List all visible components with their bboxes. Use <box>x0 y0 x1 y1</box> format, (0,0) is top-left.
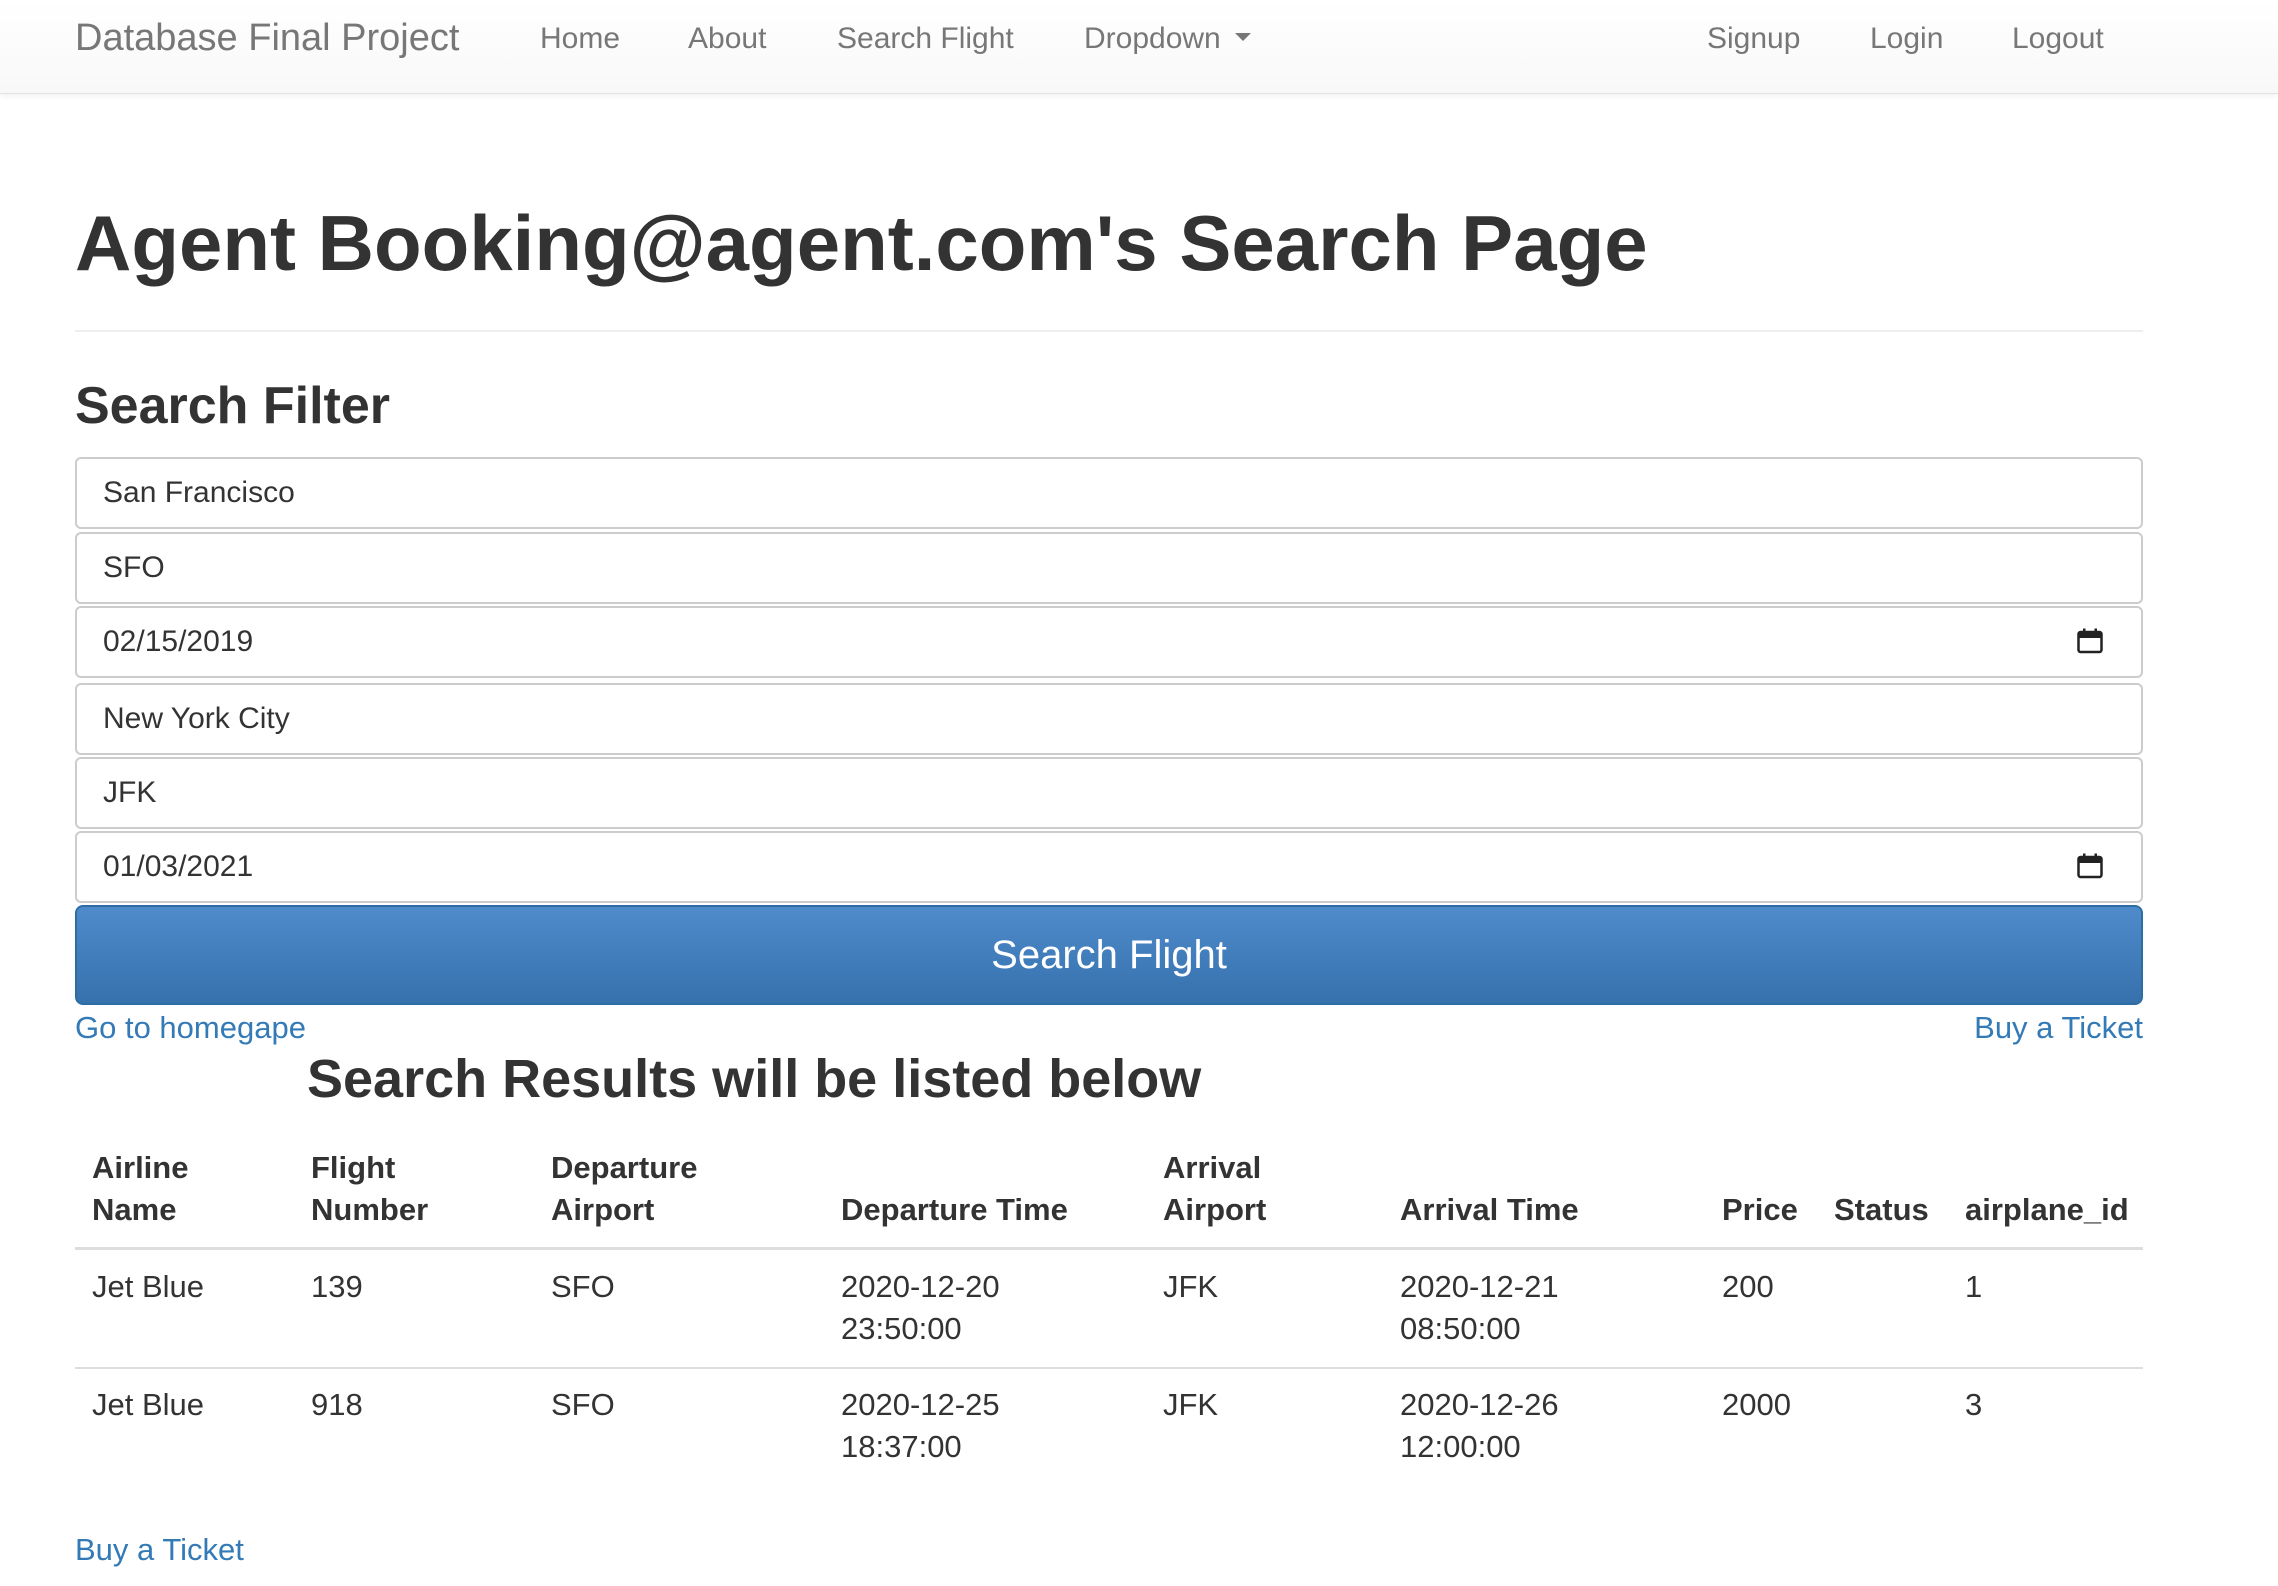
header-flight-number-line2: Number <box>311 1192 429 1227</box>
header-departure-airport-line2: Airport <box>551 1192 655 1227</box>
nav-signup[interactable]: Signup <box>1707 22 1800 56</box>
header-airplane-id: airplane_id <box>1965 1192 2129 1227</box>
search-filter-title: Search Filter <box>75 377 391 435</box>
header-departure-airport: Departure Airport <box>551 1147 697 1231</box>
header-price: Price <box>1722 1192 1798 1227</box>
header-airline-name: Airline Name <box>92 1147 188 1231</box>
source-city-value: San Francisco <box>103 476 295 509</box>
destination-airport-input[interactable]: JFK <box>75 757 2143 829</box>
cell-airline-name: Jet Blue <box>92 1269 205 1304</box>
source-airport-value: SFO <box>103 551 165 584</box>
cell-departure-time: 2020-12-20 23:50:00 <box>841 1266 1000 1350</box>
go-to-homepage-link[interactable]: Go to homegape <box>75 1010 306 1046</box>
cell-flight-number: 139 <box>311 1269 363 1304</box>
destination-city-value: New York City <box>103 702 290 735</box>
source-city-input[interactable]: San Francisco <box>75 457 2143 529</box>
cell-departure-date: 2020-12-25 <box>841 1387 1000 1422</box>
cell-price: 200 <box>1722 1269 1774 1304</box>
cell-airplane-id: 3 <box>1965 1387 1983 1422</box>
cell-arrival-airport: JFK <box>1163 1387 1219 1422</box>
return-date-value: 01/03/2021 <box>103 850 254 883</box>
nav-search-flight[interactable]: Search Flight <box>837 22 1014 56</box>
cell-arrival-time: 2020-12-21 08:50:00 <box>1400 1266 1559 1350</box>
cell-departure-clock: 23:50:00 <box>841 1311 962 1346</box>
search-results-title: Search Results will be listed below <box>307 1049 1202 1109</box>
buy-ticket-link-top[interactable]: Buy a Ticket <box>1974 1010 2143 1046</box>
nav-dropdown-label: Dropdown <box>1084 22 1221 55</box>
navbar: Database Final Project Home About Search… <box>0 0 2278 94</box>
header-airline-name-line2: Name <box>92 1192 177 1227</box>
cell-arrival-date: 2020-12-21 <box>1400 1269 1559 1304</box>
header-status: Status <box>1834 1192 1929 1227</box>
header-arrival-airport-line2: Airport <box>1163 1192 1267 1227</box>
departure-date-value: 02/15/2019 <box>103 625 254 658</box>
table-row-divider <box>75 1367 2143 1369</box>
cell-arrival-airport: JFK <box>1163 1269 1219 1304</box>
cell-arrival-time: 2020-12-26 12:00:00 <box>1400 1384 1559 1468</box>
header-arrival-time: Arrival Time <box>1400 1192 1579 1227</box>
header-flight-number-line1: Flight <box>311 1150 396 1185</box>
departure-date-input[interactable]: 02/15/2019 <box>75 606 2143 678</box>
cell-price: 2000 <box>1722 1387 1791 1422</box>
search-flight-button[interactable]: Search Flight <box>75 905 2143 1005</box>
cell-arrival-date: 2020-12-26 <box>1400 1387 1559 1422</box>
nav-logout[interactable]: Logout <box>2012 22 2104 56</box>
header-arrival-airport-line1: Arrival <box>1163 1150 1262 1185</box>
destination-airport-value: JFK <box>103 776 157 809</box>
header-departure-airport-line1: Departure <box>551 1150 698 1185</box>
page-title: Agent Booking@agent.com's Search Page <box>75 199 1648 287</box>
header-flight-number: Flight Number <box>311 1147 428 1231</box>
header-arrival-airport: Arrival Airport <box>1163 1147 1266 1231</box>
nav-dropdown[interactable]: Dropdown <box>1084 22 1251 56</box>
cell-departure-clock: 18:37:00 <box>841 1429 962 1464</box>
return-date-input[interactable]: 01/03/2021 <box>75 831 2143 903</box>
cell-departure-time: 2020-12-25 18:37:00 <box>841 1384 1000 1468</box>
cell-flight-number: 918 <box>311 1387 363 1422</box>
cell-departure-airport: SFO <box>551 1387 615 1422</box>
header-divider <box>75 330 2143 332</box>
cell-arrival-clock: 08:50:00 <box>1400 1311 1521 1346</box>
header-airline-name-line1: Airline <box>92 1150 189 1185</box>
cell-airplane-id: 1 <box>1965 1269 1983 1304</box>
table-header-divider <box>75 1247 2143 1250</box>
buy-ticket-link-bottom[interactable]: Buy a Ticket <box>75 1532 244 1568</box>
nav-home[interactable]: Home <box>540 22 620 56</box>
caret-down-icon <box>1234 33 1251 42</box>
header-departure-time: Departure Time <box>841 1192 1068 1227</box>
cell-departure-airport: SFO <box>551 1269 615 1304</box>
calendar-icon[interactable] <box>2077 853 2103 879</box>
cell-arrival-clock: 12:00:00 <box>1400 1429 1521 1464</box>
calendar-icon[interactable] <box>2077 628 2103 654</box>
cell-airline-name: Jet Blue <box>92 1387 205 1422</box>
destination-city-input[interactable]: New York City <box>75 683 2143 755</box>
nav-about[interactable]: About <box>688 22 766 56</box>
nav-login[interactable]: Login <box>1870 22 1943 56</box>
navbar-brand[interactable]: Database Final Project <box>75 18 459 58</box>
source-airport-input[interactable]: SFO <box>75 532 2143 604</box>
cell-departure-date: 2020-12-20 <box>841 1269 1000 1304</box>
